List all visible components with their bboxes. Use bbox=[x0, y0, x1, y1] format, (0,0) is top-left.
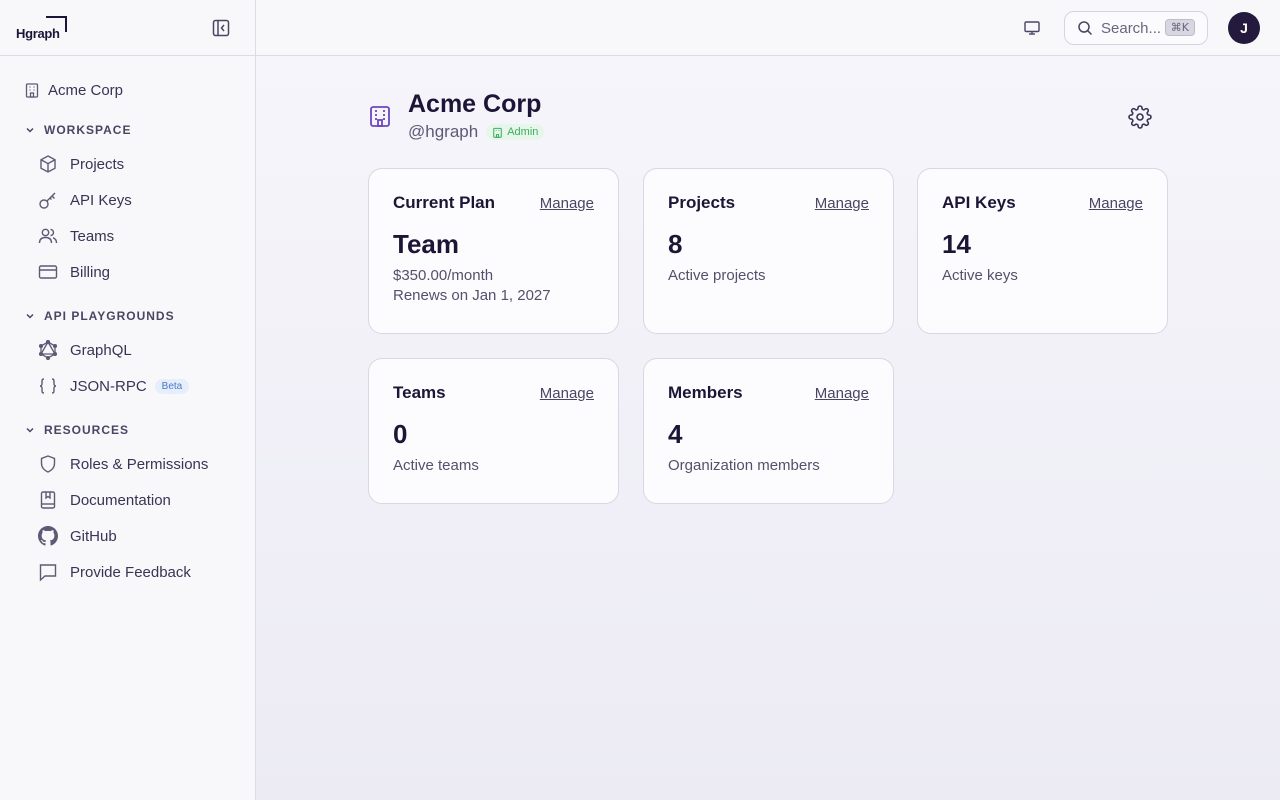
chevron-down-icon bbox=[26, 127, 34, 133]
building-icon bbox=[25, 83, 39, 98]
teams-card: Teams Manage 0 Active teams bbox=[368, 358, 619, 504]
sidebar-item-label: GraphQL bbox=[70, 341, 132, 359]
settings-button[interactable] bbox=[1128, 105, 1152, 129]
page-title: Acme Corp bbox=[408, 90, 542, 118]
sidebar-item-label: JSON-RPC bbox=[70, 377, 147, 395]
section-title: RESOURCES bbox=[44, 423, 130, 437]
card-title: API Keys bbox=[942, 193, 1016, 212]
projects-card: Projects Manage 8 Active projects bbox=[643, 168, 894, 334]
manage-plan-link[interactable]: Manage bbox=[540, 195, 594, 212]
sidebar-item-billing[interactable]: Billing bbox=[0, 254, 255, 290]
search-placeholder: Search... bbox=[1101, 19, 1162, 37]
manage-teams-link[interactable]: Manage bbox=[540, 385, 594, 402]
org-header: Acme Corp @hgraph Admin bbox=[368, 90, 545, 142]
sidebar-item-projects[interactable]: Projects bbox=[0, 146, 255, 182]
panel-left-icon bbox=[212, 19, 230, 36]
search-icon bbox=[1078, 21, 1093, 36]
top-bar: Search... ⌘K J bbox=[256, 0, 1280, 56]
sidebar-item-api-keys[interactable]: API Keys bbox=[0, 182, 255, 218]
hgraph-logo[interactable]: Hgraph bbox=[16, 15, 67, 40]
sidebar-item-graphql[interactable]: GraphQL bbox=[0, 332, 255, 368]
monitor-icon bbox=[1024, 21, 1040, 35]
card-value: 0 bbox=[393, 419, 408, 449]
beta-badge: Beta bbox=[154, 378, 190, 394]
card-title: Members bbox=[668, 383, 743, 402]
card-description: Organization members bbox=[668, 457, 820, 474]
sidebar-item-json-rpc[interactable]: JSON-RPC Beta bbox=[0, 368, 255, 404]
role-badge: Admin bbox=[486, 124, 545, 140]
github-icon bbox=[38, 526, 58, 546]
logo-mark-icon bbox=[46, 15, 67, 32]
sidebar-item-label: Documentation bbox=[70, 491, 171, 509]
credit-card-icon bbox=[38, 265, 58, 279]
card-description: Active teams bbox=[393, 457, 479, 474]
manage-members-link[interactable]: Manage bbox=[815, 385, 869, 402]
card-value: 8 bbox=[668, 229, 683, 259]
sidebar-item-label: GitHub bbox=[70, 527, 117, 545]
braces-icon bbox=[39, 378, 57, 394]
chevron-down-icon bbox=[26, 427, 34, 433]
search-input[interactable]: Search... ⌘K bbox=[1064, 11, 1208, 45]
role-badge-label: Admin bbox=[507, 126, 539, 138]
gear-icon bbox=[1128, 105, 1152, 129]
members-card: Members Manage 4 Organization members bbox=[643, 358, 894, 504]
building-icon bbox=[493, 127, 502, 138]
main-content: Acme Corp @hgraph Admin Current Plan Man… bbox=[256, 56, 1280, 800]
card-value: 14 bbox=[942, 229, 971, 259]
card-value: 4 bbox=[668, 419, 683, 449]
building-icon bbox=[370, 106, 390, 127]
section-workspace[interactable]: WORKSPACE bbox=[0, 118, 255, 142]
plan-renewal: Renews on Jan 1, 2027 bbox=[393, 287, 551, 304]
org-handle: @hgraph bbox=[408, 122, 479, 141]
sidebar-item-label: Teams bbox=[70, 227, 115, 245]
manage-api-keys-link[interactable]: Manage bbox=[1089, 195, 1143, 212]
theme-toggle-button[interactable] bbox=[1022, 18, 1042, 38]
card-title: Current Plan bbox=[393, 193, 496, 212]
chevron-down-icon bbox=[26, 313, 34, 319]
sidebar-item-label: Roles & Permissions bbox=[70, 455, 209, 473]
sidebar-item-documentation[interactable]: Documentation bbox=[0, 482, 255, 518]
search-shortcut: ⌘K bbox=[1164, 19, 1195, 36]
section-title: API PLAYGROUNDS bbox=[44, 309, 175, 323]
card-description: $350.00/month Renews on Jan 1, 2027 bbox=[393, 266, 594, 306]
sidebar-org[interactable]: Acme Corp bbox=[0, 72, 255, 108]
current-plan-card: Current Plan Manage Team $350.00/month R… bbox=[368, 168, 619, 334]
cube-icon bbox=[40, 155, 56, 173]
avatar[interactable]: J bbox=[1228, 12, 1260, 44]
sidebar-item-label: API Keys bbox=[70, 191, 132, 209]
sidebar-item-github[interactable]: GitHub bbox=[0, 518, 255, 554]
sidebar-item-label: Projects bbox=[70, 155, 125, 173]
card-title: Teams bbox=[393, 383, 446, 402]
card-description: Active keys bbox=[942, 267, 1018, 284]
book-icon bbox=[40, 491, 56, 509]
sidebar-item-roles-permissions[interactable]: Roles & Permissions bbox=[0, 446, 255, 482]
card-description: Active projects bbox=[668, 267, 766, 284]
key-icon bbox=[39, 192, 56, 209]
sidebar-item-label: Provide Feedback bbox=[70, 563, 191, 581]
sidebar: Hgraph Acme Corp WORKSPACE Projects API … bbox=[0, 0, 256, 800]
manage-projects-link[interactable]: Manage bbox=[815, 195, 869, 212]
card-value: Team bbox=[393, 229, 459, 259]
users-icon bbox=[38, 228, 58, 244]
sidebar-org-name: Acme Corp bbox=[48, 81, 124, 99]
graphql-icon bbox=[38, 340, 58, 360]
sidebar-item-label: Billing bbox=[70, 263, 111, 281]
card-title: Projects bbox=[668, 193, 736, 212]
section-resources[interactable]: RESOURCES bbox=[0, 418, 255, 442]
section-title: WORKSPACE bbox=[44, 123, 132, 137]
message-icon bbox=[39, 564, 57, 582]
plan-price: $350.00/month bbox=[393, 267, 494, 284]
collapse-sidebar-button[interactable] bbox=[211, 18, 231, 38]
section-api-playgrounds[interactable]: API PLAYGROUNDS bbox=[0, 304, 255, 328]
sidebar-item-teams[interactable]: Teams bbox=[0, 218, 255, 254]
api-keys-card: API Keys Manage 14 Active keys bbox=[917, 168, 1168, 334]
sidebar-item-provide-feedback[interactable]: Provide Feedback bbox=[0, 554, 255, 590]
shield-icon bbox=[40, 455, 56, 473]
sidebar-header: Hgraph bbox=[0, 0, 255, 56]
